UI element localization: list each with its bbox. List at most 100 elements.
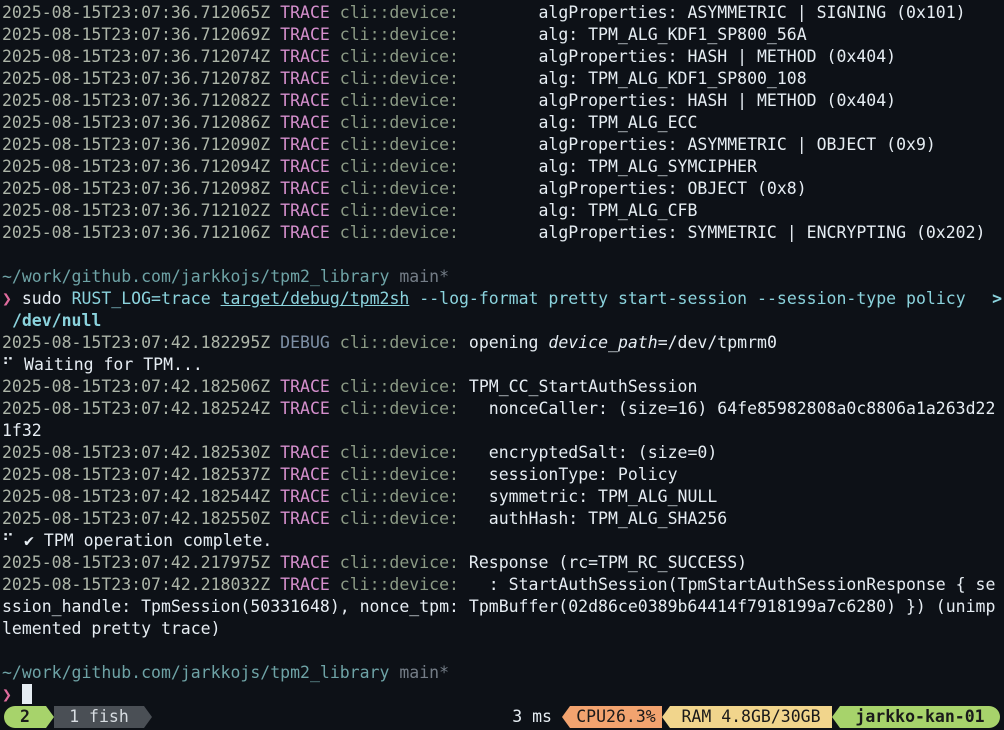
log-target: cli::device: [339, 157, 459, 176]
window-tab-fish[interactable]: 1 fish [54, 706, 144, 728]
log-line: 2025-08-15T23:07:36.712078Z TRACE cli::d… [2, 68, 1002, 90]
log-timestamp: 2025-08-15T23:07:42.217975Z [2, 553, 271, 572]
log-line: 2025-08-15T23:07:42.182544Z TRACE cli::d… [2, 486, 1002, 508]
log-timestamp: 2025-08-15T23:07:42.218032Z [2, 575, 271, 594]
powerline-separator-icon [562, 706, 570, 728]
log-target: cli::device: [339, 487, 459, 506]
log-timestamp: 2025-08-15T23:07:36.712082Z [2, 91, 271, 110]
log-target: cli::device: [339, 399, 459, 418]
log-timestamp: 2025-08-15T23:07:42.182544Z [2, 487, 271, 506]
log-level: DEBUG [280, 333, 330, 352]
log-timestamp: 2025-08-15T23:07:36.712098Z [2, 179, 271, 198]
log-line: 2025-08-15T23:07:42.182295Z DEBUG cli::d… [2, 332, 1002, 354]
log-line: 2025-08-15T23:07:42.217975Z TRACE cli::d… [2, 552, 1002, 574]
log-level: TRACE [280, 135, 330, 154]
status-bar: 2 1 fish 3 ms CPU26.3% RAM 4.8GB/30GB ja… [0, 706, 1004, 728]
command-duration: 3 ms [512, 707, 552, 726]
log-level: TRACE [280, 157, 330, 176]
log-timestamp: 2025-08-15T23:07:42.182537Z [2, 465, 271, 484]
log-target: cli::device: [339, 465, 459, 484]
log-target: cli::device: [339, 201, 459, 220]
log-message: : StartAuthSession(TpmStartAuthSessionRe… [468, 575, 996, 594]
log-target: cli::device: [339, 575, 459, 594]
command-binary[interactable]: target/debug/tpm2sh [221, 289, 410, 308]
log-level: TRACE [280, 509, 330, 528]
log-target: cli::device: [339, 179, 459, 198]
log-message: algProperties: OBJECT (0x8) [458, 179, 807, 198]
log-message: nonceCaller: (size=16) 64fe85982808a0c88… [468, 399, 996, 418]
log-message: algProperties: ASYMMETRIC | SIGNING (0x1… [458, 3, 966, 22]
log-timestamp: 2025-08-15T23:07:36.712102Z [2, 201, 271, 220]
log-message: alg: TPM_ALG_CFB [458, 201, 698, 220]
spinner-waiting: ⠋ Waiting for TPM... [2, 355, 203, 374]
log-message-prefix: opening [468, 333, 549, 352]
log-target: cli::device: [339, 47, 459, 66]
log-level: TRACE [280, 465, 330, 484]
prompt-header: ~/work/github.com/jarkkojs/tpm2_library … [2, 266, 1002, 288]
log-message: algProperties: SYMMETRIC | ENCRYPTING (0… [458, 223, 986, 242]
command-redirect: /dev/null [11, 311, 102, 330]
log-message: encryptedSalt: (size=0) [468, 443, 718, 462]
log-level: TRACE [280, 487, 330, 506]
log-timestamp: 2025-08-15T23:07:36.712090Z [2, 135, 271, 154]
log-level: TRACE [280, 443, 330, 462]
log-line: 2025-08-15T23:07:42.182530Z TRACE cli::d… [2, 442, 1002, 464]
log-timestamp: 2025-08-15T23:07:36.712106Z [2, 223, 271, 242]
window-number-badge[interactable]: 2 [4, 706, 46, 728]
log-level: TRACE [280, 69, 330, 88]
text-cursor[interactable] [21, 684, 32, 704]
log-target: cli::device: [339, 69, 459, 88]
log-line: 2025-08-15T23:07:36.712106Z TRACE cli::d… [2, 222, 1002, 244]
cpu-usage: CPU26.3% [570, 706, 662, 728]
log-timestamp: 2025-08-15T23:07:42.182530Z [2, 443, 271, 462]
log-message: algProperties: ASYMMETRIC | OBJECT (0x9) [458, 135, 936, 154]
log-timestamp: 2025-08-15T23:07:36.712069Z [2, 25, 271, 44]
powerline-separator-icon [662, 706, 670, 728]
log-message: alg: TPM_ALG_KDF1_SP800_56A [458, 25, 807, 44]
command-line: ❯ sudo RUST_LOG=trace target/debug/tpm2s… [2, 288, 1002, 310]
log-line: 2025-08-15T23:07:42.182506Z TRACE cli::d… [2, 376, 1002, 398]
powerline-separator-icon [46, 706, 54, 728]
log-level: TRACE [280, 91, 330, 110]
prompt-header: ~/work/github.com/jarkkojs/tpm2_library … [2, 662, 1002, 684]
log-field-name: device_path [548, 333, 658, 352]
log-level: TRACE [280, 399, 330, 418]
log-line: 2025-08-15T23:07:42.218032Z TRACE cli::d… [2, 574, 1002, 596]
log-wrap: lemented pretty trace) [2, 619, 221, 638]
log-line: 2025-08-15T23:07:36.712082Z TRACE cli::d… [2, 90, 1002, 112]
log-level: TRACE [280, 113, 330, 132]
log-block-1: 2025-08-15T23:07:36.712065Z TRACE cli::d… [2, 2, 1002, 244]
log-line: 2025-08-15T23:07:36.712094Z TRACE cli::d… [2, 156, 1002, 178]
log-timestamp: 2025-08-15T23:07:42.182506Z [2, 377, 271, 396]
log-timestamp: 2025-08-15T23:07:36.712074Z [2, 47, 271, 66]
git-branch: main* [399, 663, 450, 682]
log-wrap: 1f32 [2, 421, 42, 440]
log-message: alg: TPM_ALG_ECC [458, 113, 698, 132]
spinner-complete: ⠋ ✔ TPM operation complete. [2, 531, 273, 550]
log-message: symmetric: TPM_ALG_NULL [468, 487, 718, 506]
log-level: TRACE [280, 3, 330, 22]
terminal-output[interactable]: 2025-08-15T23:07:36.712065Z TRACE cli::d… [2, 2, 1002, 704]
log-line: 2025-08-15T23:07:36.712090Z TRACE cli::d… [2, 134, 1002, 156]
log-line: 2025-08-15T23:07:36.712069Z TRACE cli::d… [2, 24, 1002, 46]
log-field-value: =/dev/tpmrm0 [657, 333, 777, 352]
command-input-line[interactable]: ❯ [2, 684, 1002, 706]
log-target: cli::device: [339, 377, 459, 396]
prompt-arrow-icon: ❯ [2, 685, 12, 704]
log-target: cli::device: [339, 91, 459, 110]
log-level: TRACE [280, 179, 330, 198]
log-level: TRACE [280, 47, 330, 66]
log-line: 2025-08-15T23:07:36.712074Z TRACE cli::d… [2, 46, 1002, 68]
command-sudo: sudo [21, 289, 62, 308]
prompt-cwd: ~/work/github.com/jarkkojs/tpm2_library [2, 267, 390, 286]
prompt-cwd: ~/work/github.com/jarkkojs/tpm2_library [2, 663, 390, 682]
log-wrap: ssion_handle: TpmSession(50331648), nonc… [2, 597, 996, 616]
log-line: 2025-08-15T23:07:36.712065Z TRACE cli::d… [2, 2, 1002, 24]
command-line-continuation: /dev/null [2, 310, 1002, 332]
log-line: 2025-08-15T23:07:36.712098Z TRACE cli::d… [2, 178, 1002, 200]
log-timestamp: 2025-08-15T23:07:36.712065Z [2, 3, 271, 22]
log-line: 2025-08-15T23:07:42.182537Z TRACE cli::d… [2, 464, 1002, 486]
log-timestamp: 2025-08-15T23:07:36.712094Z [2, 157, 271, 176]
git-branch: main* [399, 267, 450, 286]
